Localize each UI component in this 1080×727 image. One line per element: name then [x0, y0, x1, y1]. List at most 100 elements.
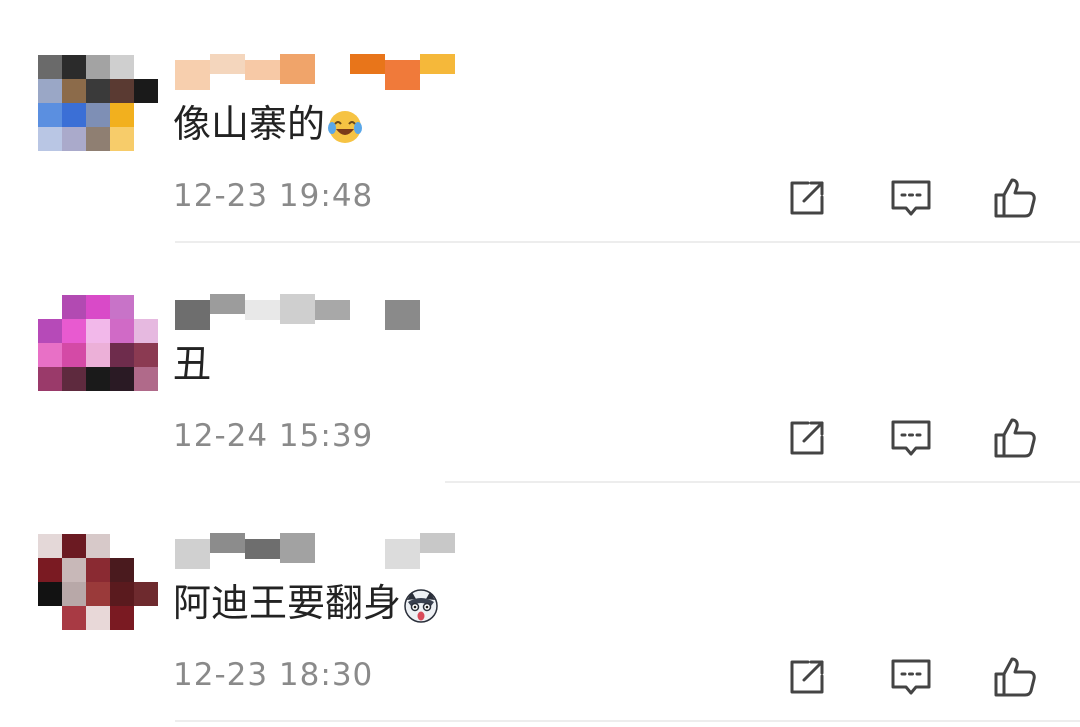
- username-mosaic-cell: [420, 294, 455, 314]
- username-mosaic-cell: [420, 54, 455, 74]
- username-mosaic-cell: [420, 533, 455, 553]
- username-mosaic-cell: [350, 54, 385, 74]
- avatar[interactable]: [38, 295, 158, 395]
- avatar-mosaic-cell: [134, 367, 158, 391]
- avatar-mosaic-cell: [86, 103, 110, 127]
- avatar-mosaic-cell: [86, 582, 110, 606]
- username-mosaic-cell: [280, 294, 315, 324]
- avatar-mosaic-cell: [86, 534, 110, 558]
- username-mosaic-cell: [245, 60, 280, 80]
- like-button[interactable]: [992, 175, 1038, 221]
- like-icon: [994, 418, 1036, 458]
- avatar-mosaic-cell: [134, 606, 158, 630]
- avatar-mosaic-cell: [86, 606, 110, 630]
- username-mosaic-cell: [175, 60, 210, 90]
- reply-button[interactable]: [888, 175, 934, 221]
- avatar-mosaic-cell: [134, 55, 158, 79]
- username-mosaic-cell: [175, 539, 210, 569]
- avatar-mosaic-cell: [62, 534, 86, 558]
- avatar-mosaic-cell: [110, 103, 134, 127]
- share-button[interactable]: [784, 415, 830, 461]
- reply-button[interactable]: [888, 415, 934, 461]
- avatar-mosaic-cell: [86, 295, 110, 319]
- avatar-mosaic-cell: [38, 319, 62, 343]
- username-mosaic[interactable]: [175, 50, 455, 94]
- avatar-mosaic-cell: [86, 55, 110, 79]
- comment-divider: [175, 720, 1080, 722]
- comment-text-content: 阿迪王要翻身: [173, 581, 402, 625]
- avatar-mosaic-cell: [62, 55, 86, 79]
- share-icon: [790, 181, 824, 215]
- avatar-mosaic-cell: [134, 319, 158, 343]
- avatar-mosaic-cell: [134, 79, 158, 103]
- shocked-husky-emoji-icon: [403, 585, 439, 623]
- reply-icon: [891, 659, 931, 695]
- comment-text: 阿迪王要翻身: [173, 577, 439, 629]
- avatar-mosaic-cell: [38, 558, 62, 582]
- avatar-mosaic-cell: [38, 79, 62, 103]
- username-mosaic-cell: [245, 539, 280, 559]
- avatar-mosaic-cell: [134, 582, 158, 606]
- avatar-mosaic-cell: [62, 606, 86, 630]
- username-mosaic-cell: [350, 294, 385, 314]
- like-button[interactable]: [992, 654, 1038, 700]
- avatar-mosaic-cell: [134, 534, 158, 558]
- avatar-mosaic-cell: [62, 127, 86, 151]
- comment-time: 12-24 15:39: [173, 418, 374, 454]
- avatar-mosaic-cell: [62, 79, 86, 103]
- avatar-mosaic-cell: [86, 319, 110, 343]
- avatar-mosaic-cell: [38, 367, 62, 391]
- share-button[interactable]: [784, 175, 830, 221]
- avatar-mosaic-cell: [62, 319, 86, 343]
- username-mosaic[interactable]: [175, 290, 455, 334]
- avatar-mosaic-cell: [62, 103, 86, 127]
- avatar-mosaic-cell: [134, 558, 158, 582]
- avatar-mosaic-cell: [62, 343, 86, 367]
- avatar-mosaic-cell: [62, 367, 86, 391]
- username-mosaic-cell: [385, 300, 420, 330]
- avatar-mosaic-cell: [86, 343, 110, 367]
- avatar-mosaic-cell: [110, 319, 134, 343]
- avatar-mosaic-cell: [62, 295, 86, 319]
- like-button[interactable]: [992, 415, 1038, 461]
- comment-text: 丑: [173, 338, 211, 390]
- avatar-mosaic-cell: [38, 127, 62, 151]
- comment-text: 像山寨的: [173, 98, 363, 150]
- avatar-mosaic-cell: [110, 606, 134, 630]
- avatar[interactable]: [38, 55, 158, 155]
- avatar-mosaic-cell: [86, 79, 110, 103]
- reply-icon: [891, 180, 931, 216]
- username-mosaic-cell: [210, 294, 245, 314]
- avatar-mosaic-cell: [86, 367, 110, 391]
- username-mosaic-cell: [385, 60, 420, 90]
- avatar-mosaic-cell: [38, 103, 62, 127]
- avatar-mosaic-cell: [38, 606, 62, 630]
- avatar-mosaic-cell: [38, 534, 62, 558]
- username-mosaic-cell: [350, 533, 385, 553]
- avatar-mosaic-cell: [86, 558, 110, 582]
- comment-time: 12-23 18:30: [173, 657, 374, 693]
- username-mosaic[interactable]: [175, 529, 455, 573]
- avatar-mosaic-cell: [134, 343, 158, 367]
- comment-item: 阿迪王要翻身 12-23 18:30: [0, 479, 1080, 719]
- username-mosaic-cell: [210, 54, 245, 74]
- username-mosaic-cell: [315, 60, 350, 80]
- share-button[interactable]: [784, 654, 830, 700]
- username-mosaic-cell: [315, 539, 350, 559]
- avatar-mosaic-cell: [38, 582, 62, 606]
- username-mosaic-cell: [385, 539, 420, 569]
- comment-text-content: 丑: [173, 342, 212, 386]
- avatar[interactable]: [38, 534, 158, 634]
- avatar-mosaic-cell: [62, 558, 86, 582]
- comment-time: 12-23 19:48: [173, 178, 374, 214]
- avatar-mosaic-cell: [110, 367, 134, 391]
- share-icon: [790, 421, 824, 455]
- comment-text-content: 像山寨的: [173, 102, 326, 146]
- laugh-cry-emoji-icon: [327, 106, 363, 143]
- reply-button[interactable]: [888, 654, 934, 700]
- avatar-mosaic-cell: [134, 127, 158, 151]
- share-icon: [790, 660, 824, 694]
- avatar-mosaic-cell: [110, 79, 134, 103]
- avatar-mosaic-cell: [38, 295, 62, 319]
- avatar-mosaic-cell: [110, 127, 134, 151]
